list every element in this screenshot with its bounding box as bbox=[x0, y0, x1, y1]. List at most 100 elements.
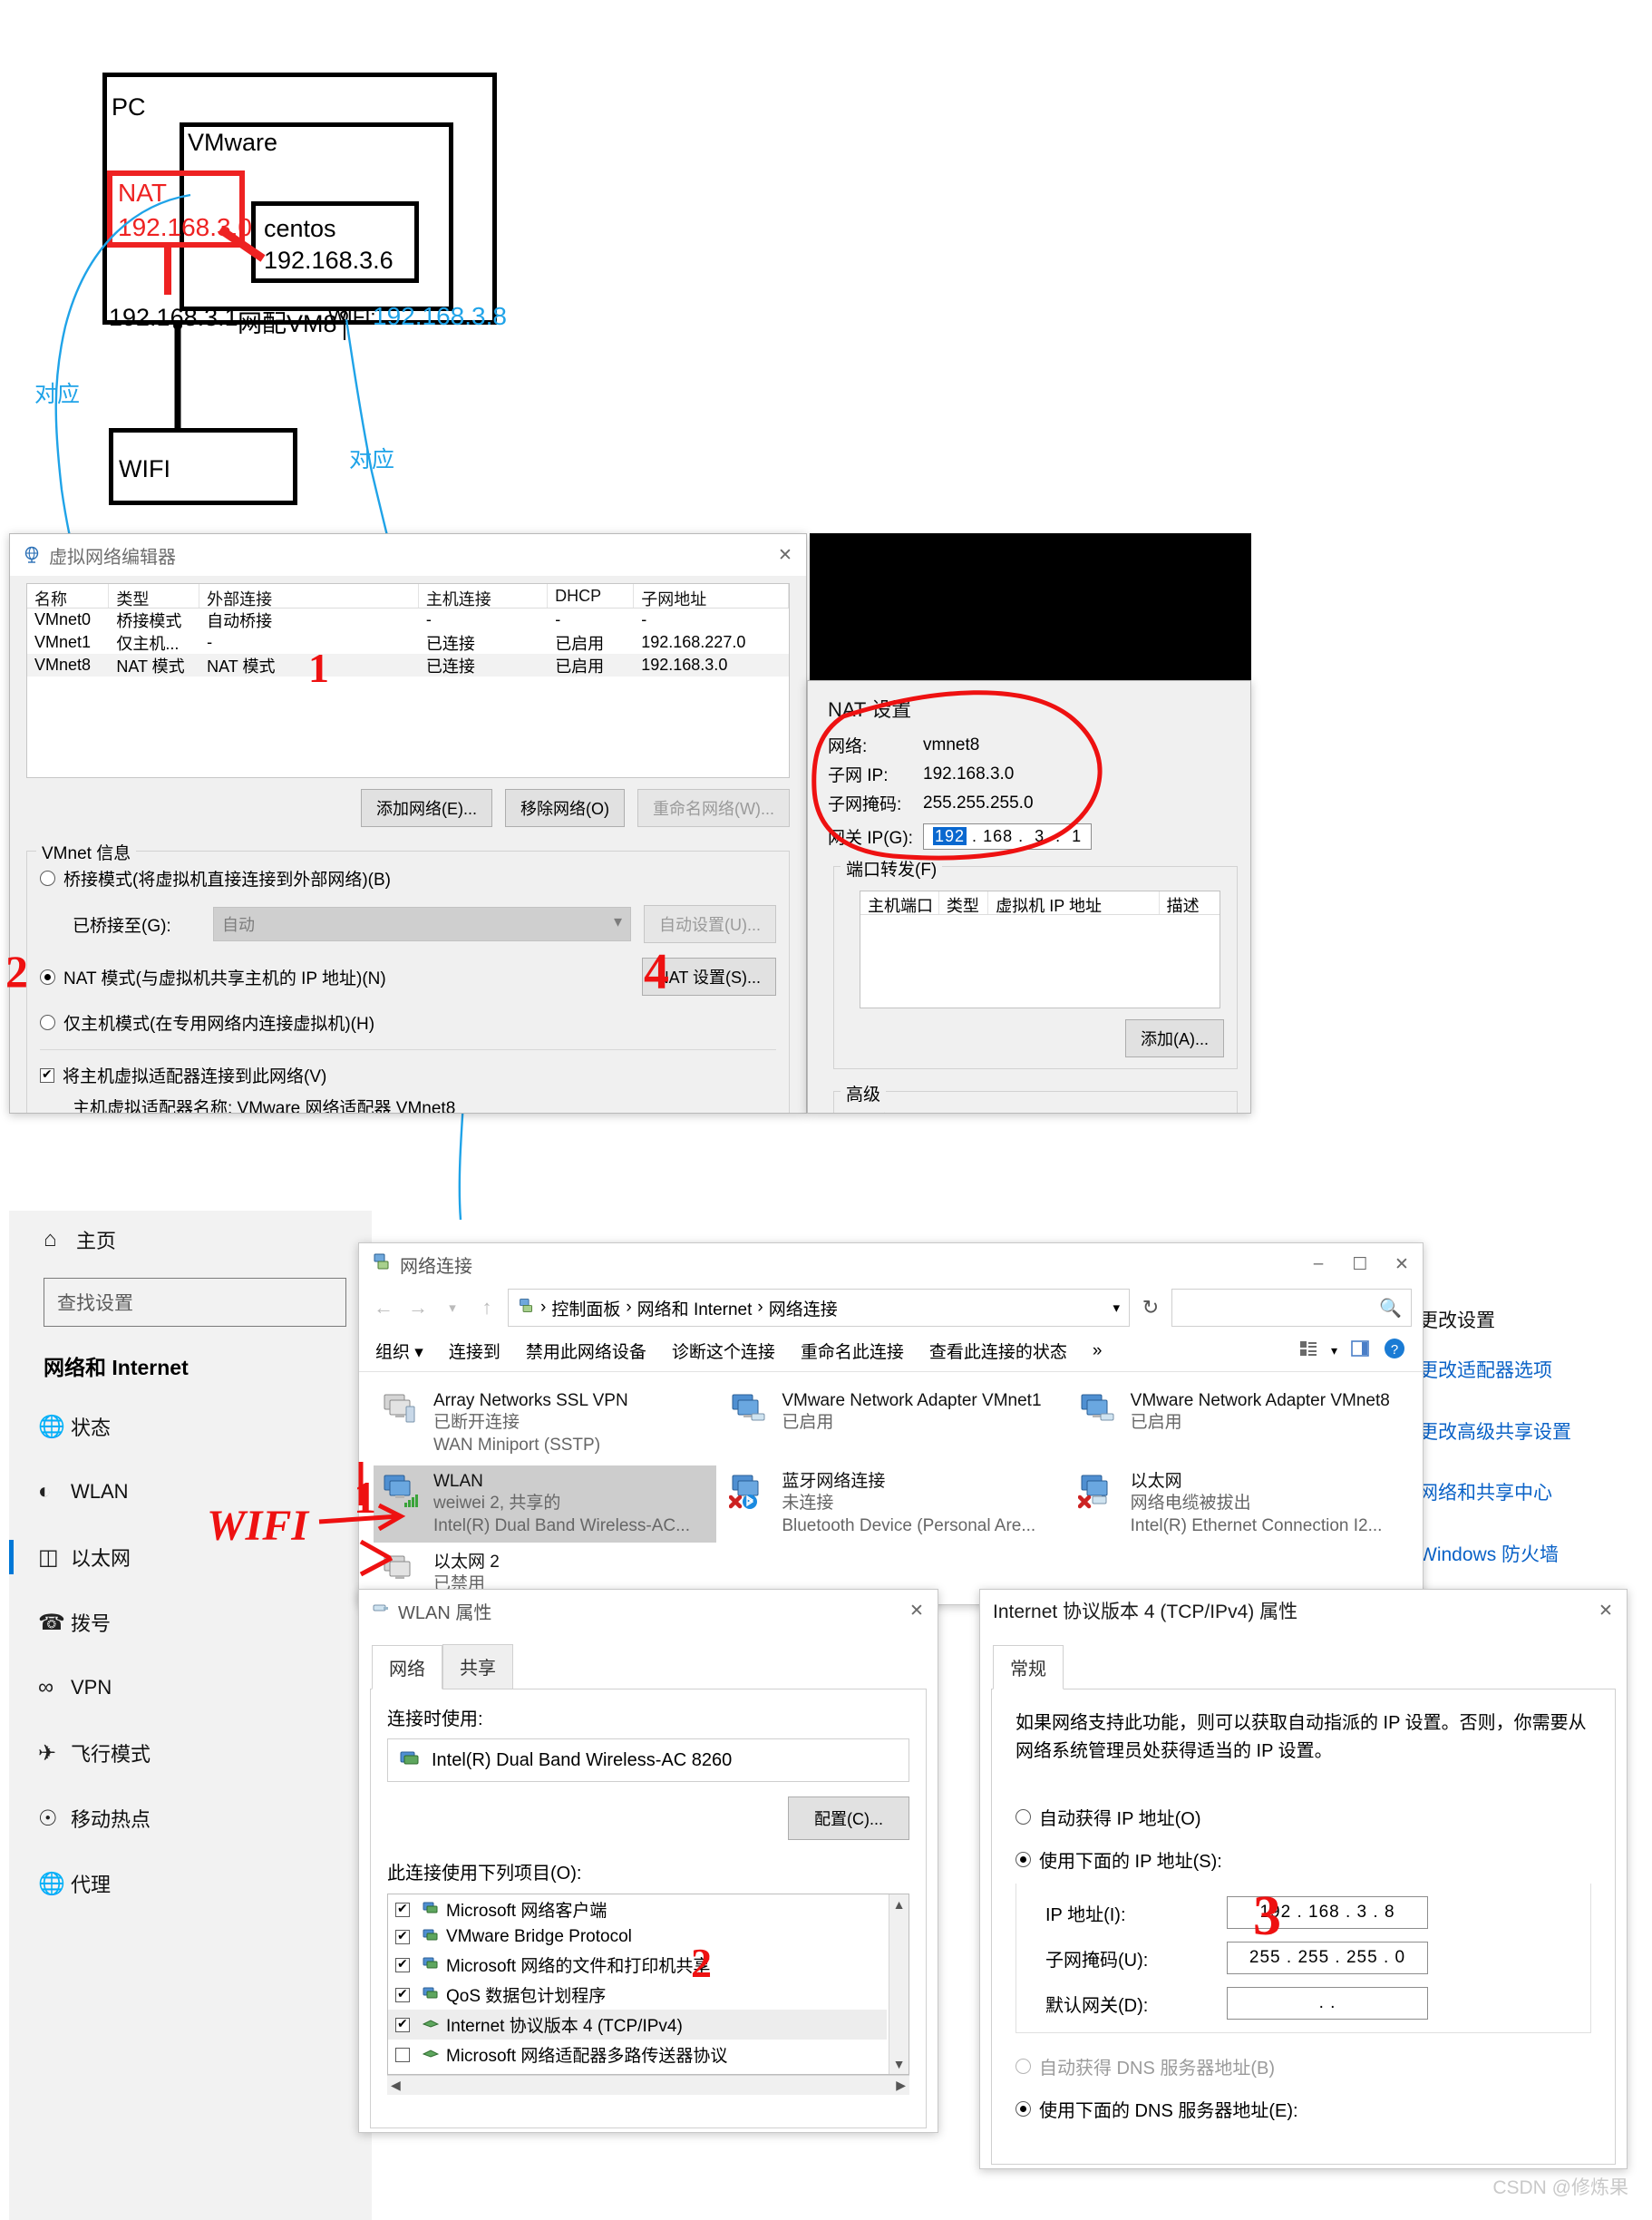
list-item[interactable]: VMware Bridge Protocol bbox=[388, 1924, 887, 1950]
radio-icon[interactable] bbox=[40, 969, 55, 985]
radio-icon[interactable] bbox=[1015, 2101, 1031, 2117]
settings-related-links[interactable]: 更改设置 更改适配器选项 更改高级共享设置 网络和共享中心 Windows 防火… bbox=[1419, 1306, 1652, 1565]
scroll-left-icon[interactable]: ◀ bbox=[391, 2078, 401, 2093]
list-item[interactable]: Microsoft 网络客户端 bbox=[388, 1894, 887, 1924]
chevron-down-icon[interactable]: ▾ bbox=[614, 912, 622, 936]
windows-settings-panel[interactable]: ⌂ 主页 查找设置 网络和 Internet 🌐 状态 ◐ WLAN ◫ 以太网… bbox=[9, 1211, 372, 2220]
add-port-forward-button[interactable]: 添加(A)... bbox=[1125, 1019, 1224, 1057]
list-item[interactable]: Array Networks SSL VPN 已断开连接 WAN Minipor… bbox=[374, 1385, 716, 1462]
breadcrumb-item-control-panel[interactable]: 控制面板 bbox=[551, 1296, 620, 1320]
list-item[interactable]: WLAN weiwei 2, 共享的 Intel(R) Dual Band Wi… bbox=[374, 1465, 717, 1543]
tab-network[interactable]: 网络 bbox=[372, 1645, 442, 1689]
address-bar[interactable]: ← → ▾ ↑ › 控制面板 › 网络和 Internet › 网络连接 ▾ ↻… bbox=[359, 1285, 1423, 1330]
radio-icon[interactable] bbox=[40, 871, 55, 886]
ipv4-tabs[interactable]: 常规 bbox=[980, 1631, 1627, 1689]
gateway-octet-4[interactable]: 1 bbox=[1072, 827, 1082, 845]
scroll-up-icon[interactable]: ▲ bbox=[889, 1894, 909, 1914]
table-row[interactable]: VMnet0 桥接模式 自动桥接 - - - bbox=[27, 609, 789, 631]
close-icon[interactable]: ✕ bbox=[1585, 1590, 1627, 1631]
add-network-button[interactable]: 添加网络(E)... bbox=[361, 789, 493, 827]
sidebar-item-status[interactable]: 🌐 状态 bbox=[9, 1394, 372, 1459]
gateway-octet-3[interactable]: 3 bbox=[1035, 827, 1045, 845]
checkbox-icon[interactable] bbox=[395, 1986, 410, 2002]
wlanprop-window-buttons[interactable]: ✕ bbox=[896, 1590, 938, 1631]
sidebar-item-home[interactable]: ⌂ 主页 bbox=[9, 1211, 372, 1269]
adapter-list[interactable]: Array Networks SSL VPN 已断开连接 WAN Minipor… bbox=[359, 1372, 1423, 1602]
list-item[interactable]: VMware Network Adapter VMnet1 已启用 bbox=[722, 1385, 1064, 1462]
vne-network-buttons[interactable]: 添加网络(E)... 移除网络(O) 重命名网络(W)... bbox=[26, 789, 790, 827]
table-row[interactable]: VMnet8 NAT 模式 NAT 模式 已连接 已启用 192.168.3.0 bbox=[27, 654, 789, 677]
remove-network-button[interactable]: 移除网络(O) bbox=[505, 789, 626, 827]
close-icon[interactable]: ✕ bbox=[896, 1590, 938, 1631]
toolbar-view-status[interactable]: 查看此连接的状态 bbox=[929, 1339, 1067, 1363]
scroll-down-icon[interactable]: ▼ bbox=[889, 2054, 909, 2074]
toolbar-rename[interactable]: 重命名此连接 bbox=[801, 1339, 904, 1363]
sidebar-item-hotspot[interactable]: ☉ 移动热点 bbox=[9, 1786, 372, 1851]
default-gateway-input[interactable]: . . bbox=[1227, 1987, 1428, 2020]
toolbar-disable-device[interactable]: 禁用此网络设备 bbox=[526, 1339, 646, 1363]
toolbar-organize[interactable]: 组织 ▾ bbox=[375, 1339, 423, 1363]
configure-button[interactable]: 配置(C)... bbox=[788, 1796, 909, 1840]
sidebar-item-proxy[interactable]: 🌐 代理 bbox=[9, 1851, 372, 1916]
wlanprop-tabs[interactable]: 网络 共享 bbox=[359, 1631, 938, 1689]
related-link-windows-firewall[interactable]: Windows 防火墙 bbox=[1419, 1540, 1559, 1567]
refresh-icon[interactable]: ↻ bbox=[1137, 1296, 1164, 1319]
radio-icon[interactable] bbox=[1015, 1809, 1031, 1825]
checkbox-icon[interactable] bbox=[395, 2016, 410, 2032]
up-icon[interactable]: ↑ bbox=[473, 1296, 500, 1319]
back-icon[interactable]: ← bbox=[370, 1296, 397, 1319]
tab-general[interactable]: 常规 bbox=[993, 1645, 1064, 1689]
breadcrumb[interactable]: › 控制面板 › 网络和 Internet › 网络连接 ▾ bbox=[508, 1289, 1130, 1327]
host-adapter-checkbox-row[interactable]: 将主机虚拟适配器连接到此网络(V) bbox=[40, 1063, 776, 1087]
subnet-mask-row[interactable]: 子网掩码(U): 255 . 255 . 255 . 0 bbox=[1045, 1942, 1578, 1974]
netconn-window-buttons[interactable]: – ☐ ✕ bbox=[1297, 1243, 1423, 1285]
nat-gateway-row[interactable]: 网关 IP(G): 192 . 168 . 3 . 1 bbox=[828, 823, 1250, 850]
hostonly-mode-option[interactable]: 仅主机模式(在专用网络内连接虚拟机)(H) bbox=[40, 1010, 776, 1035]
search-input[interactable]: 查找设置 bbox=[44, 1278, 346, 1327]
ip-address-row[interactable]: IP 地址(I): 192 . 168 . 3 . 8 bbox=[1045, 1896, 1578, 1929]
related-link-adapter-options[interactable]: 更改适配器选项 bbox=[1419, 1356, 1552, 1383]
toolbar[interactable]: 组织 ▾ 连接到 禁用此网络设备 诊断这个连接 重命名此连接 查看此连接的状态 … bbox=[359, 1330, 1423, 1372]
list-item[interactable]: Microsoft LLDP 协议驱动程序 bbox=[388, 2069, 887, 2074]
configure-row[interactable]: 配置(C)... bbox=[387, 1796, 909, 1840]
checkbox-icon[interactable] bbox=[395, 1928, 410, 1944]
scroll-right-icon[interactable]: ▶ bbox=[896, 2078, 906, 2093]
list-item[interactable]: Microsoft 网络适配器多路传送器协议 bbox=[388, 2040, 887, 2069]
close-icon[interactable]: ✕ bbox=[764, 534, 806, 576]
ipv4-properties-dialog[interactable]: Internet 协议版本 4 (TCP/IPv4) 属性 ✕ 常规 如果网络支… bbox=[979, 1589, 1628, 2169]
pf-buttons[interactable]: 添加(A)... bbox=[834, 1008, 1237, 1068]
sidebar-item-dialup[interactable]: ☎ 拨号 bbox=[9, 1590, 372, 1655]
toolbar-overflow[interactable]: » bbox=[1093, 1341, 1103, 1361]
protocol-list[interactable]: Microsoft 网络客户端 VMware Bridge Protocol M… bbox=[387, 1894, 909, 2075]
checkbox-icon[interactable] bbox=[40, 1066, 54, 1083]
chevron-down-icon[interactable]: ▾ bbox=[1113, 1300, 1120, 1316]
default-gateway-row[interactable]: 默认网关(D): . . bbox=[1045, 1987, 1578, 2020]
related-link-advanced-sharing[interactable]: 更改高级共享设置 bbox=[1419, 1417, 1571, 1445]
port-forwarding-table[interactable]: 主机端口 类型 虚拟机 IP 地址 描述 bbox=[860, 891, 1220, 1008]
toolbar-connect-to[interactable]: 连接到 bbox=[449, 1339, 500, 1363]
manual-dns-option[interactable]: 使用下面的 DNS 服务器地址(E): bbox=[1015, 2096, 1591, 2122]
related-link-network-sharing-center[interactable]: 网络和共享中心 bbox=[1419, 1478, 1552, 1505]
table-row[interactable]: VMnet1 仅主机... - 已连接 已启用 192.168.227.0 bbox=[27, 631, 789, 654]
radio-icon[interactable] bbox=[40, 1015, 55, 1030]
preview-pane-icon[interactable] bbox=[1350, 1339, 1370, 1364]
virtual-network-editor-window[interactable]: 虚拟网络编辑器 ✕ 名称 类型 外部连接 主机连接 DHCP 子网地址 VMne… bbox=[9, 533, 807, 1114]
list-item[interactable]: Microsoft 网络的文件和打印机共享 bbox=[388, 1950, 887, 1980]
checkbox-icon[interactable] bbox=[395, 1901, 410, 1917]
search-input[interactable]: 🔍 bbox=[1171, 1289, 1412, 1327]
checkbox-icon[interactable] bbox=[395, 2047, 410, 2062]
horizontal-scrollbar[interactable]: ◀ ▶ bbox=[387, 2075, 909, 2095]
forward-icon[interactable]: → bbox=[404, 1296, 432, 1319]
gateway-ip-input[interactable]: 192 . 168 . 3 . 1 bbox=[923, 823, 1093, 850]
ipv4-window-buttons[interactable]: ✕ bbox=[1585, 1590, 1627, 1631]
auto-ip-option[interactable]: 自动获得 IP 地址(O) bbox=[1015, 1804, 1591, 1830]
sidebar-item-airplane[interactable]: ✈ 飞行模式 bbox=[9, 1720, 372, 1786]
recent-locations-icon[interactable]: ▾ bbox=[439, 1300, 466, 1316]
sidebar-item-vpn[interactable]: ∞ VPN bbox=[9, 1655, 372, 1720]
list-item[interactable]: Internet 协议版本 4 (TCP/IPv4) bbox=[388, 2010, 887, 2040]
sidebar-item-ethernet[interactable]: ◫ 以太网 bbox=[9, 1524, 372, 1590]
bridged-to-select[interactable]: 自动 ▾ bbox=[213, 907, 631, 941]
gateway-octet-2[interactable]: 168 bbox=[983, 827, 1013, 845]
wlan-properties-dialog[interactable]: WLAN 属性 ✕ 网络 共享 连接时使用: Intel(R) Dual Ban… bbox=[358, 1589, 938, 2133]
close-icon[interactable]: ✕ bbox=[1381, 1243, 1423, 1285]
